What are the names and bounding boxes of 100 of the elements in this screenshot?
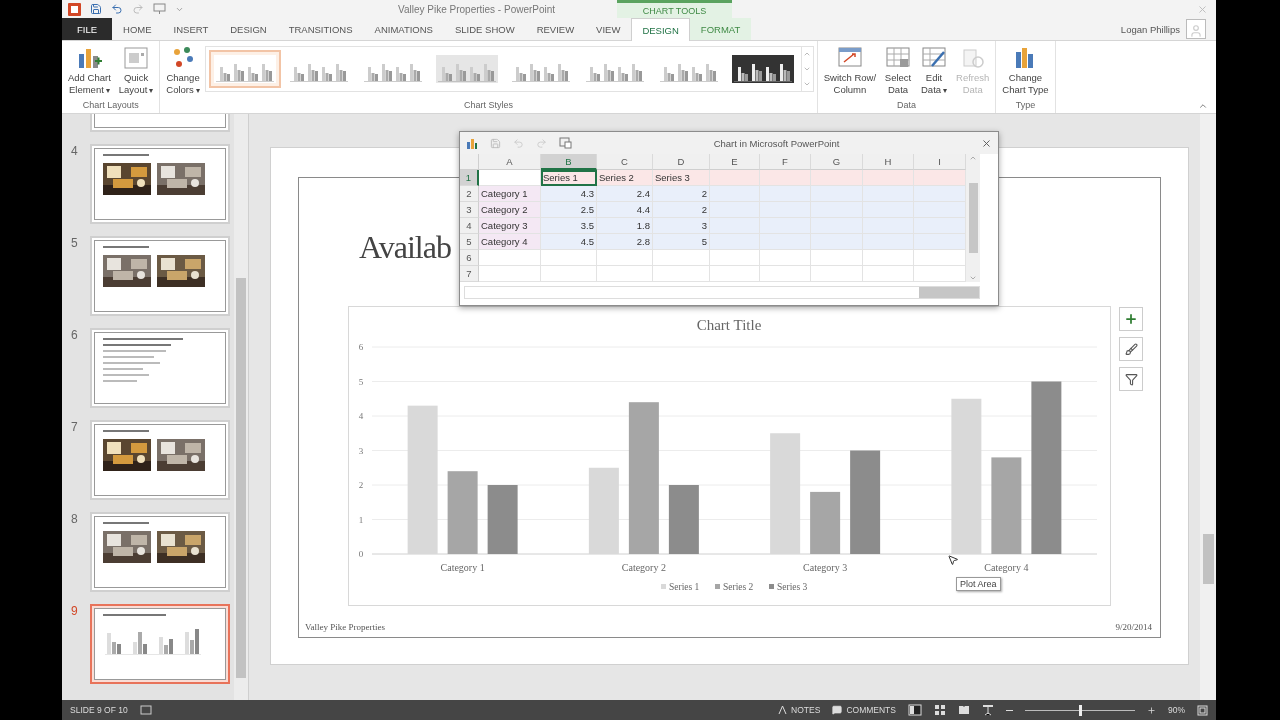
redo-icon[interactable] bbox=[536, 137, 547, 149]
spreadsheet-cell[interactable]: Series 3 bbox=[653, 170, 710, 186]
spreadsheet-cell[interactable] bbox=[597, 250, 653, 266]
save-icon[interactable] bbox=[90, 3, 102, 15]
spreadsheet-cell[interactable] bbox=[914, 170, 966, 186]
zoom-in-icon[interactable] bbox=[1147, 705, 1156, 715]
collapse-ribbon-icon[interactable] bbox=[1198, 101, 1208, 111]
column-header[interactable]: A bbox=[479, 154, 541, 170]
row-header[interactable]: 3 bbox=[460, 202, 479, 218]
slide-thumbnail[interactable] bbox=[90, 144, 230, 224]
ribbon-button[interactable]: Select Data bbox=[881, 44, 916, 96]
scrollbar-thumb[interactable] bbox=[968, 183, 978, 253]
close-icon[interactable] bbox=[981, 137, 992, 149]
spreadsheet-cell[interactable] bbox=[710, 170, 760, 186]
chart-filter-button[interactable] bbox=[1119, 367, 1143, 391]
ribbon-tab[interactable]: ANIMATIONS bbox=[363, 18, 444, 40]
edit-in-excel-icon[interactable] bbox=[559, 137, 572, 149]
spreadsheet-cell[interactable]: Category 2 bbox=[479, 202, 541, 218]
spreadsheet-cell[interactable] bbox=[710, 186, 760, 202]
spreadsheet-cell[interactable] bbox=[541, 266, 597, 282]
horizontal-scrollbar[interactable] bbox=[464, 286, 980, 299]
avatar-icon[interactable] bbox=[1186, 19, 1206, 39]
row-header[interactable]: 4 bbox=[460, 218, 479, 234]
spreadsheet-cell[interactable]: 2.4 bbox=[597, 186, 653, 202]
spreadsheet-cell[interactable] bbox=[653, 250, 710, 266]
spreadsheet-cell[interactable]: 2 bbox=[653, 186, 710, 202]
row-header[interactable]: 2 bbox=[460, 186, 479, 202]
column-header[interactable]: C bbox=[597, 154, 653, 170]
spreadsheet-cell[interactable]: 2 bbox=[653, 202, 710, 218]
spreadsheet-cell[interactable] bbox=[710, 234, 760, 250]
user-name[interactable]: Logan Phillips bbox=[1120, 23, 1180, 35]
ribbon-button[interactable]: Add Chart Element ▾ bbox=[65, 44, 114, 97]
fit-slide-icon[interactable] bbox=[1197, 704, 1208, 716]
spreadsheet-cell[interactable]: Series 1 bbox=[541, 170, 597, 186]
vertical-scrollbar[interactable] bbox=[966, 154, 980, 282]
row-header[interactable]: 7 bbox=[460, 266, 479, 282]
spreadsheet-cell[interactable]: 2.8 bbox=[597, 234, 653, 250]
column-header[interactable]: F bbox=[760, 154, 811, 170]
spreadsheet-cell[interactable] bbox=[914, 186, 966, 202]
spreadsheet-cell[interactable] bbox=[541, 250, 597, 266]
spreadsheet-cell[interactable] bbox=[479, 250, 541, 266]
spreadsheet-cell[interactable]: 4.3 bbox=[541, 186, 597, 202]
ribbon-tab[interactable]: VIEW bbox=[585, 18, 632, 40]
ribbon-tab[interactable]: FORMAT bbox=[689, 18, 752, 40]
ribbon-tab[interactable]: DESIGN bbox=[631, 18, 690, 41]
ribbon-tab[interactable]: INSERT bbox=[162, 18, 220, 40]
spreadsheet-cell[interactable] bbox=[710, 266, 760, 282]
spreadsheet-cell[interactable] bbox=[863, 170, 914, 186]
column-header[interactable]: E bbox=[710, 154, 760, 170]
slide-thumbnail[interactable] bbox=[90, 328, 230, 408]
scrollbar-thumb[interactable] bbox=[236, 278, 246, 678]
column-header[interactable]: D bbox=[653, 154, 710, 170]
spreadsheet-cell[interactable]: 3 bbox=[653, 218, 710, 234]
scroll-up-icon[interactable] bbox=[969, 154, 977, 162]
spreadsheet-cell[interactable] bbox=[811, 170, 863, 186]
spreadsheet-cell[interactable] bbox=[760, 250, 811, 266]
spreadsheet-cell[interactable] bbox=[597, 266, 653, 282]
add-chart-element-button[interactable] bbox=[1119, 307, 1143, 331]
redo-icon[interactable] bbox=[132, 3, 144, 15]
slide-thumbnail[interactable] bbox=[90, 420, 230, 500]
spreadsheet-cell[interactable] bbox=[863, 234, 914, 250]
column-header[interactable]: H bbox=[863, 154, 914, 170]
spreadsheet-cell[interactable] bbox=[863, 266, 914, 282]
spreadsheet-cell[interactable]: Series 2 bbox=[597, 170, 653, 186]
spreadsheet-cell[interactable] bbox=[914, 234, 966, 250]
spreadsheet-cell[interactable]: 4.5 bbox=[541, 234, 597, 250]
ribbon-tab[interactable]: FILE bbox=[62, 18, 113, 40]
scrollbar-thumb[interactable] bbox=[919, 287, 979, 298]
spreadsheet-cell[interactable] bbox=[760, 186, 811, 202]
spreadsheet-cell[interactable] bbox=[653, 266, 710, 282]
normal-view-icon[interactable] bbox=[908, 704, 922, 716]
scroll-down-icon[interactable] bbox=[803, 65, 812, 73]
scroll-down-icon[interactable] bbox=[969, 274, 977, 282]
reading-view-icon[interactable] bbox=[958, 704, 970, 716]
slideshow-icon[interactable] bbox=[982, 704, 994, 716]
ribbon-tab[interactable]: TRANSITIONS bbox=[277, 18, 364, 40]
spreadsheet-cell[interactable] bbox=[914, 266, 966, 282]
spreadsheet-cell[interactable]: 3.5 bbox=[541, 218, 597, 234]
chart-bars-icon[interactable] bbox=[466, 137, 478, 149]
spreadsheet-cell[interactable] bbox=[710, 250, 760, 266]
select-all-corner[interactable] bbox=[460, 154, 479, 170]
column-header[interactable]: I bbox=[914, 154, 966, 170]
spreadsheet-cell[interactable]: Category 4 bbox=[479, 234, 541, 250]
spreadsheet-cell[interactable]: Category 3 bbox=[479, 218, 541, 234]
ribbon-button[interactable]: Quick Layout ▾ bbox=[115, 44, 157, 97]
spreadsheet-cell[interactable] bbox=[760, 170, 811, 186]
row-header[interactable]: 6 bbox=[460, 250, 479, 266]
comments-button[interactable]: COMMENTS bbox=[832, 705, 896, 715]
row-header[interactable]: 1 bbox=[460, 170, 479, 186]
spreadsheet-cell[interactable] bbox=[863, 250, 914, 266]
slide-thumbnail[interactable] bbox=[90, 512, 230, 592]
ribbon-tab[interactable]: REVIEW bbox=[525, 18, 586, 40]
spreadsheet-cell[interactable]: Category 1 bbox=[479, 186, 541, 202]
spreadsheet-cell[interactable] bbox=[811, 266, 863, 282]
ribbon-button[interactable]: Change Colors ▾ bbox=[163, 44, 203, 97]
ribbon-button[interactable]: Change Chart Type bbox=[999, 44, 1052, 96]
ribbon-tab[interactable]: HOME bbox=[112, 18, 163, 40]
spreadsheet-cell[interactable] bbox=[479, 266, 541, 282]
spreadsheet-cell[interactable]: 5 bbox=[653, 234, 710, 250]
ribbon-tab[interactable]: DESIGN bbox=[219, 18, 278, 40]
